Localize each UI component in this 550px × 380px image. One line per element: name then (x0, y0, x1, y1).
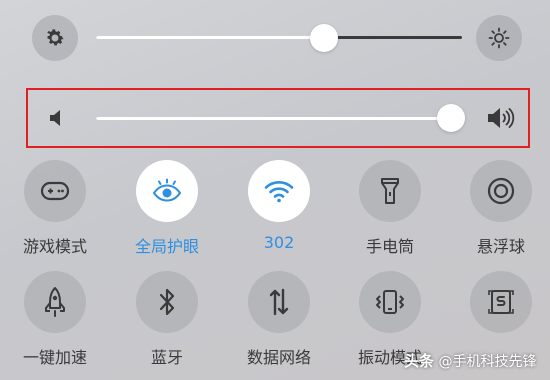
tile-label: 全局护眼 (134, 237, 199, 256)
tile-eye-protection-button[interactable] (136, 160, 198, 222)
brightness-slider-thumb[interactable] (310, 24, 338, 52)
rocket-icon (45, 287, 65, 317)
wifi-icon (264, 181, 294, 203)
floating-ball-icon (487, 177, 515, 205)
tile-bluetooth[interactable]: 蓝牙 (119, 271, 215, 368)
brightness-high-button (476, 15, 522, 61)
tile-mobile-data[interactable]: 数据网络 (231, 271, 327, 368)
tile-label: 数据网络 (246, 348, 311, 367)
brightness-settings-button[interactable] (32, 15, 78, 61)
gear-icon (47, 29, 64, 46)
tile-label: 一键加速 (22, 348, 87, 367)
tile-game-mode-button[interactable] (24, 160, 86, 222)
watermark-text: @手机科技先锋 (438, 354, 537, 370)
tile-label: 游戏模式 (22, 237, 87, 256)
speaker-high-icon (488, 108, 515, 128)
tile-one-key-boost-button[interactable] (24, 271, 86, 333)
tile-floating-ball[interactable]: 悬浮球 (453, 160, 549, 257)
gamepad-icon (40, 181, 70, 201)
watermark-head: 头条 (404, 352, 435, 370)
tile-bluetooth-button[interactable] (136, 271, 198, 333)
tile-flashlight-button[interactable] (359, 160, 421, 222)
sun-icon (488, 27, 510, 49)
watermark: 头条 @手机科技先锋 (404, 350, 536, 371)
tile-mobile-data-button[interactable] (248, 271, 310, 333)
volume-track-fill (96, 117, 451, 120)
brightness-track-fill (96, 36, 324, 39)
mobile-data-icon (269, 288, 289, 316)
speaker-low-icon (50, 110, 60, 126)
tile-screenshot-button[interactable] (470, 271, 532, 333)
volume-slider-thumb[interactable] (437, 104, 465, 132)
tile-label: 手电筒 (365, 237, 414, 256)
tile-game-mode[interactable]: 游戏模式 (7, 160, 103, 257)
tile-label: 302 (263, 233, 295, 252)
tile-eye-protection[interactable]: 全局护眼 (119, 160, 215, 257)
tile-wifi-button[interactable] (248, 160, 310, 222)
tile-vibrate-mode-button[interactable] (359, 271, 421, 333)
tile-flashlight[interactable]: 手电筒 (342, 160, 438, 257)
tile-one-key-boost[interactable]: 一键加速 (7, 271, 103, 368)
tile-label: 悬浮球 (476, 237, 525, 256)
eye-icon (152, 178, 182, 202)
screenshot-icon (488, 290, 514, 314)
tile-label: 蓝牙 (150, 348, 183, 367)
bluetooth-icon (159, 288, 175, 316)
tile-screenshot[interactable] (453, 271, 549, 344)
tile-wifi[interactable]: 302 (231, 160, 327, 252)
vibrate-icon (376, 290, 404, 314)
tile-floating-ball-button[interactable] (470, 160, 532, 222)
flashlight-icon (381, 178, 399, 204)
